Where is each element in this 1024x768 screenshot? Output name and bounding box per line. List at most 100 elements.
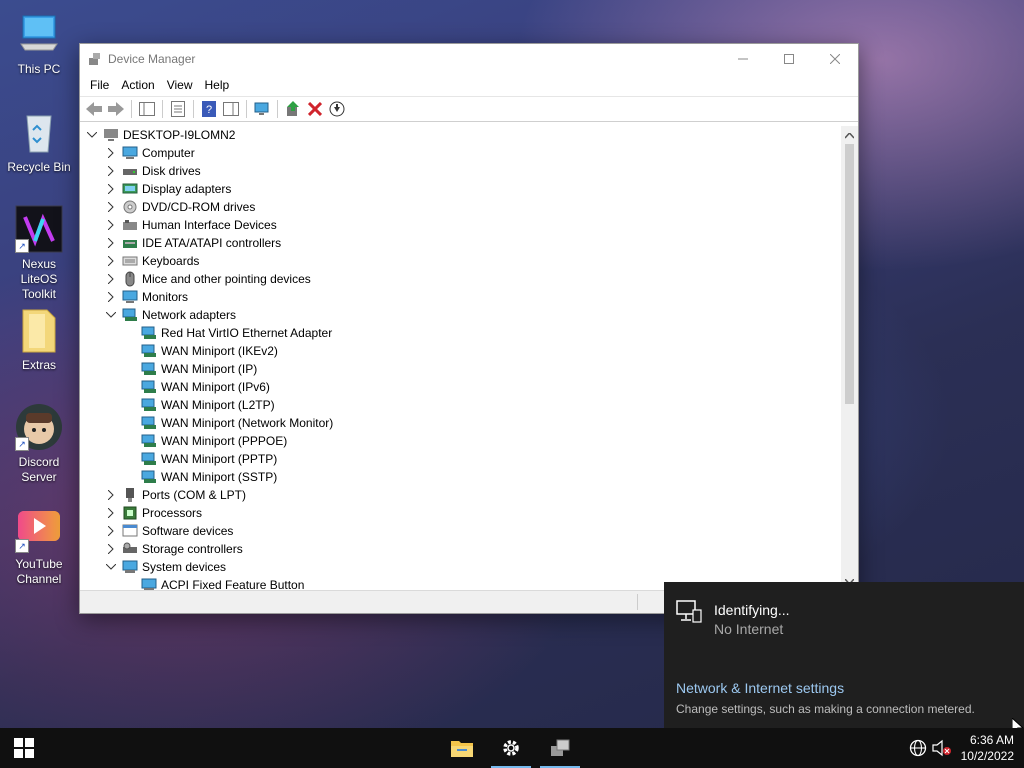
collapse-arrow-icon[interactable] — [104, 560, 118, 574]
tree-item-label: Ports (COM & LPT) — [142, 488, 247, 502]
tree-item-keyboards[interactable]: Keyboards — [104, 252, 199, 270]
start-button[interactable] — [4, 728, 44, 768]
tree-item-monitors[interactable]: Monitors — [104, 288, 188, 306]
expand-arrow-icon[interactable] — [104, 218, 118, 232]
menu-help[interactable]: Help — [199, 78, 236, 92]
network-adapter-icon — [141, 397, 157, 413]
tree-item-wan-pppoe[interactable]: WAN Miniport (PPPOE) — [123, 432, 287, 450]
tree-item-software-devices[interactable]: Software devices — [104, 522, 233, 540]
tree-item-ide-ata-atapi-controllers[interactable]: IDE ATA/ATAPI controllers — [104, 234, 281, 252]
tree-item-display-adapters[interactable]: Display adapters — [104, 180, 231, 198]
desktop-icon-extras[interactable]: Extras — [4, 306, 74, 373]
scan-hardware-button[interactable] — [252, 99, 272, 119]
tree-item-wan-ikev2[interactable]: WAN Miniport (IKEv2) — [123, 342, 278, 360]
tree-item-disk-drives[interactable]: Disk drives — [104, 162, 201, 180]
tree-item-network-adapters[interactable]: Network adapters — [104, 306, 236, 324]
expand-arrow-icon[interactable] — [104, 524, 118, 538]
desktop-icon-youtube-channel[interactable]: ↗ YouTube Channel — [4, 505, 74, 587]
expand-arrow-icon[interactable] — [104, 254, 118, 268]
desktop-icon-discord-server[interactable]: ↗ Discord Server — [4, 403, 74, 485]
display-adapter-icon — [122, 181, 138, 197]
desktop-icon-this-pc[interactable]: This PC — [4, 10, 74, 77]
collapse-arrow-icon[interactable] — [85, 128, 99, 142]
title-bar[interactable]: Device Manager — [80, 44, 858, 74]
monitor-icon — [122, 145, 138, 161]
tree-item-human-interface-devices[interactable]: Human Interface Devices — [104, 216, 277, 234]
properties-button[interactable] — [168, 99, 188, 119]
computer-icon — [103, 127, 119, 143]
tree-item-system-devices[interactable]: System devices — [104, 558, 226, 576]
system-clock[interactable]: 6:36 AM 10/2/2022 — [961, 732, 1014, 764]
network-adapter-icon — [141, 433, 157, 449]
menu-bar: File Action View Help — [80, 74, 858, 96]
expand-arrow-icon[interactable] — [104, 182, 118, 196]
tree-item-label: ACPI Fixed Feature Button — [161, 578, 305, 590]
tree-item-label: Display adapters — [142, 182, 232, 196]
expand-arrow-icon[interactable] — [104, 236, 118, 250]
tree-item-wan-pptp[interactable]: WAN Miniport (PPTP) — [123, 450, 277, 468]
expand-arrow-icon[interactable] — [104, 290, 118, 304]
tree-item-wan-l2tp[interactable]: WAN Miniport (L2TP) — [123, 396, 275, 414]
network-settings-description: Change settings, such as making a connec… — [676, 702, 975, 716]
tree-item-label: WAN Miniport (SSTP) — [161, 470, 278, 484]
disk-drive-icon — [122, 163, 138, 179]
network-settings-link[interactable]: Network & Internet settings — [676, 680, 844, 696]
tree-item-computer[interactable]: Computer — [104, 144, 195, 162]
menu-file[interactable]: File — [84, 78, 115, 92]
network-status-title[interactable]: Identifying... — [714, 602, 790, 618]
enable-device-button[interactable] — [327, 99, 347, 119]
expand-arrow-icon[interactable] — [104, 542, 118, 556]
update-driver-button[interactable] — [283, 99, 303, 119]
menu-view[interactable]: View — [161, 78, 199, 92]
tree-item-label: WAN Miniport (IKEv2) — [161, 344, 278, 358]
help-button[interactable]: ? — [199, 99, 219, 119]
uninstall-device-button[interactable] — [305, 99, 325, 119]
device-manager-icon — [551, 739, 570, 756]
network-adapter-icon — [141, 343, 157, 359]
toolbar-divider — [246, 100, 247, 118]
scroll-up-icon[interactable] — [844, 128, 855, 142]
scrollbar-thumb[interactable] — [845, 144, 854, 404]
device-manager-taskbar-button[interactable] — [540, 728, 580, 768]
collapse-arrow-icon[interactable] — [104, 308, 118, 322]
tree-item-redhat-virtio[interactable]: Red Hat VirtIO Ethernet Adapter — [123, 324, 332, 342]
minimize-button[interactable] — [720, 44, 766, 74]
expand-arrow-icon[interactable] — [104, 146, 118, 160]
tree-item-ports[interactable]: Ports (COM & LPT) — [104, 486, 246, 504]
tree-item-acpi-fixed-feature-button[interactable]: ACPI Fixed Feature Button — [123, 576, 304, 590]
menu-action[interactable]: Action — [115, 78, 160, 92]
show-hide-console-tree-button[interactable] — [137, 99, 157, 119]
tree-root[interactable]: DESKTOP-I9LOMN2 — [85, 126, 235, 144]
back-button[interactable] — [84, 99, 104, 119]
tree-item-dvd-cd-rom-drives[interactable]: DVD/CD-ROM drives — [104, 198, 255, 216]
expand-arrow-icon[interactable] — [104, 506, 118, 520]
tree-item-wan-ipv6[interactable]: WAN Miniport (IPv6) — [123, 378, 270, 396]
tree-item-wan-ip[interactable]: WAN Miniport (IP) — [123, 360, 257, 378]
settings-button[interactable] — [491, 728, 531, 768]
tree-item-label: Network adapters — [142, 308, 237, 322]
expand-arrow-icon[interactable] — [104, 200, 118, 214]
file-explorer-button[interactable] — [442, 728, 482, 768]
tree-item-label: WAN Miniport (PPTP) — [161, 452, 278, 466]
tree-item-wan-sstp[interactable]: WAN Miniport (SSTP) — [123, 468, 277, 486]
expand-arrow-icon[interactable] — [104, 164, 118, 178]
wired-network-icon — [676, 600, 702, 627]
forward-button[interactable] — [106, 99, 126, 119]
volume-tray-button[interactable] — [922, 728, 962, 768]
computer-icon — [15, 10, 63, 58]
vertical-scrollbar[interactable] — [841, 126, 858, 590]
maximize-button[interactable] — [766, 44, 812, 74]
folder-icon — [15, 306, 63, 354]
tree-item-storage-controllers[interactable]: Storage controllers — [104, 540, 243, 558]
desktop-icon-nexus-liteos-toolkit[interactable]: ↗ Nexus LiteOS Toolkit — [4, 205, 74, 302]
expand-arrow-icon[interactable] — [104, 488, 118, 502]
desktop-icon-recycle-bin[interactable]: Recycle Bin — [4, 108, 74, 175]
tree-item-processors[interactable]: Processors — [104, 504, 202, 522]
tree-item-mice[interactable]: Mice and other pointing devices — [104, 270, 311, 288]
expand-arrow-icon[interactable] — [104, 272, 118, 286]
tree-item-wan-network-monitor[interactable]: WAN Miniport (Network Monitor) — [123, 414, 333, 432]
close-button[interactable] — [812, 44, 858, 74]
show-action-pane-button[interactable] — [221, 99, 241, 119]
